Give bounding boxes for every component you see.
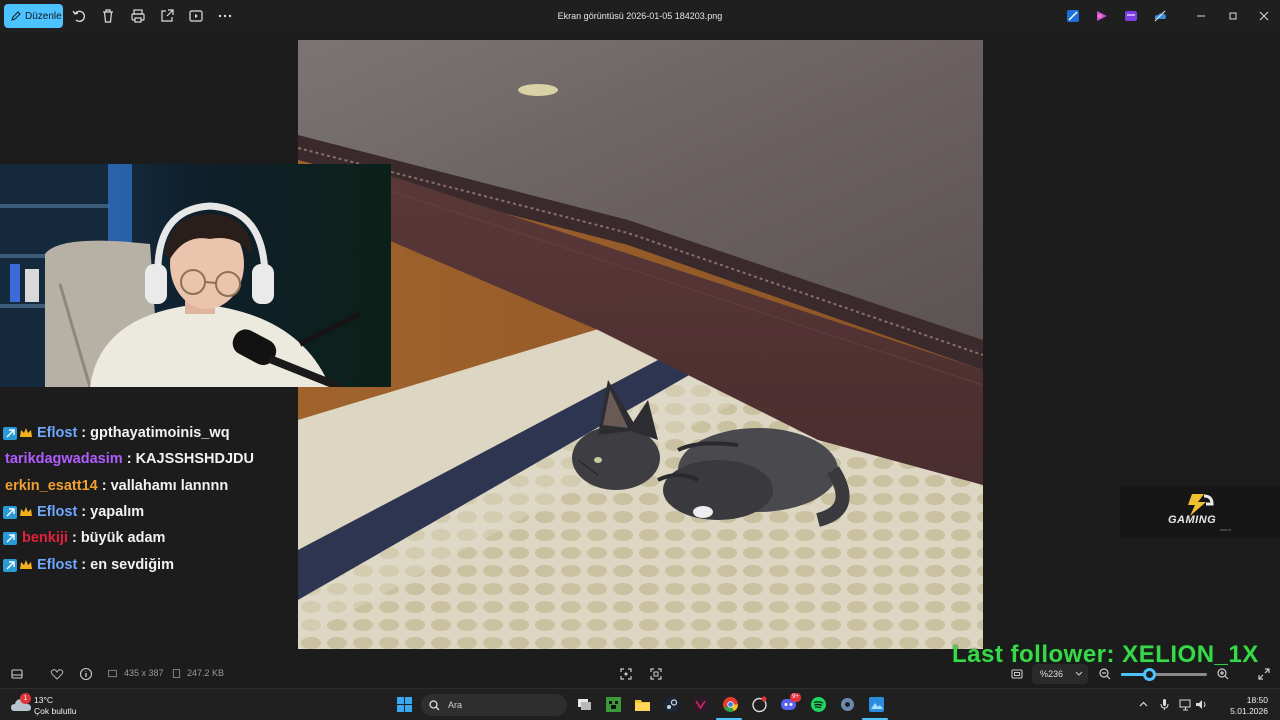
chat-message: Eflost : gpthayatimoinis_wq <box>3 422 230 444</box>
minimize-icon <box>1197 15 1205 17</box>
settings-app-icon[interactable] <box>839 696 856 713</box>
zoom-slider-thumb[interactable] <box>1143 668 1157 681</box>
photo-canvas[interactable] <box>298 40 983 649</box>
crown-badge-icon <box>19 427 33 440</box>
chat-message: erkin_esatt14 : vallahamı lannnn <box>5 478 229 494</box>
chat-text: gpthayatimoinis_wq <box>90 425 230 441</box>
favorite-heart-icon[interactable] <box>50 667 64 681</box>
clipchamp-app-icon[interactable] <box>1123 8 1139 24</box>
taskbar-search[interactable]: Ara <box>421 694 567 716</box>
weather-description: Çok bulutlu <box>34 706 77 716</box>
weather-temperature: 13°C <box>34 695 53 705</box>
file-title: Ekran görüntüsü 2026-01-05 184203.png <box>557 11 723 21</box>
close-button[interactable] <box>1256 8 1272 24</box>
bot-badge-icon <box>3 531 17 545</box>
taskbar-clock-date[interactable]: 5.01.2026 <box>1208 706 1268 716</box>
stream-chat: Eflost : gpthayatimoinis_wq tarikdagwada… <box>0 420 300 585</box>
chat-text: KAJSSHSHDJDU <box>135 451 255 467</box>
cat-under-table-photo <box>298 40 983 649</box>
media-app-icon[interactable] <box>692 696 709 713</box>
crown-badge-icon <box>19 559 33 572</box>
photos-toolbar: Düzenle Ekran görüntüsü 2026-01-05 18420… <box>0 0 1280 32</box>
chat-message: Eflost : yapalım <box>3 501 144 523</box>
windows-taskbar: 1 13°C Çok bulutlu Ara 9+ 18:50 5.01.202… <box>0 688 1280 720</box>
crown-badge-icon <box>19 506 33 519</box>
taskbar-clock-time[interactable]: 18:50 <box>1218 695 1268 705</box>
minecraft-icon[interactable] <box>605 696 622 713</box>
designer-app-icon[interactable] <box>1065 8 1081 24</box>
zoom-slider[interactable] <box>1121 668 1207 681</box>
streamer-webcam-image <box>0 164 391 387</box>
zoom-in-icon[interactable] <box>1216 667 1230 681</box>
bot-badge-icon <box>3 426 17 440</box>
gaming-logo-text: GAMING <box>1168 514 1217 526</box>
gaming-logo-overlay: GAMING com.tr <box>1120 486 1280 538</box>
chat-text: en sevdiğim <box>90 557 174 573</box>
image-dimensions: 435 x 387 <box>124 668 164 678</box>
select-icon[interactable] <box>649 667 663 681</box>
chevron-down-icon <box>1075 671 1083 676</box>
info-icon[interactable] <box>79 667 93 681</box>
onedrive-app-icon[interactable] <box>1152 8 1168 24</box>
minimize-button[interactable] <box>1193 8 1209 24</box>
network-icon[interactable] <box>1179 698 1192 711</box>
chat-username: tarikdagwadasim <box>5 451 123 467</box>
filmstrip-icon[interactable] <box>10 667 24 681</box>
chat-message: tarikdagwadasim : KAJSSHSHDJDU <box>5 451 255 467</box>
chat-text: vallahamı lannnn <box>110 478 229 494</box>
fit-to-window-icon[interactable] <box>1010 667 1024 681</box>
maximize-button[interactable] <box>1225 8 1241 24</box>
chat-username: Eflost <box>37 557 78 573</box>
search-placeholder: Ara <box>448 700 463 710</box>
bot-badge-icon <box>3 558 17 572</box>
chat-username: erkin_esatt14 <box>5 478 98 494</box>
discord-notification-badge: 9+ <box>790 693 801 702</box>
file-size: 247.2 KB <box>187 668 225 678</box>
file-explorer-icon[interactable] <box>634 696 651 713</box>
chat-username: Eflost <box>37 425 78 441</box>
paint-app-icon[interactable] <box>1094 8 1110 24</box>
crop-icon[interactable] <box>619 667 633 681</box>
chat-app-icon[interactable] <box>751 696 768 713</box>
last-follower-overlay: Last follower: XELION_1X <box>952 641 1259 668</box>
weather-notification-badge: 1 <box>20 693 31 704</box>
bot-badge-icon <box>3 505 17 519</box>
fullscreen-icon[interactable] <box>1257 667 1271 681</box>
file-size-icon <box>172 669 181 678</box>
zoom-out-icon[interactable] <box>1098 667 1112 681</box>
chat-text: büyük adam <box>80 530 166 546</box>
windows-start-icon[interactable] <box>396 696 413 713</box>
chat-username: Eflost <box>37 504 78 520</box>
chevron-up-icon[interactable] <box>1137 698 1150 711</box>
search-icon <box>429 699 440 710</box>
chat-message: Eflost : en sevdiğim <box>3 554 174 576</box>
chrome-icon[interactable] <box>722 696 739 713</box>
zoom-level-value: %236 <box>1040 669 1064 679</box>
microphone-icon[interactable] <box>1158 698 1171 711</box>
webcam-overlay <box>0 164 391 387</box>
gaming-logo-icon <box>1188 494 1214 516</box>
gaming-logo-subtext: com.tr <box>1220 527 1232 532</box>
photos-app-icon[interactable] <box>868 696 885 713</box>
chat-text: yapalım <box>90 504 145 520</box>
volume-icon[interactable] <box>1195 698 1208 711</box>
chat-username: benkiji <box>22 530 68 546</box>
chat-message: benkiji : büyük adam <box>3 527 165 549</box>
dimensions-icon <box>108 669 117 678</box>
steam-icon[interactable] <box>663 696 680 713</box>
close-icon <box>1259 11 1269 21</box>
spotify-icon[interactable] <box>810 696 827 713</box>
maximize-icon <box>1229 12 1237 20</box>
task-view-icon[interactable] <box>576 696 593 713</box>
